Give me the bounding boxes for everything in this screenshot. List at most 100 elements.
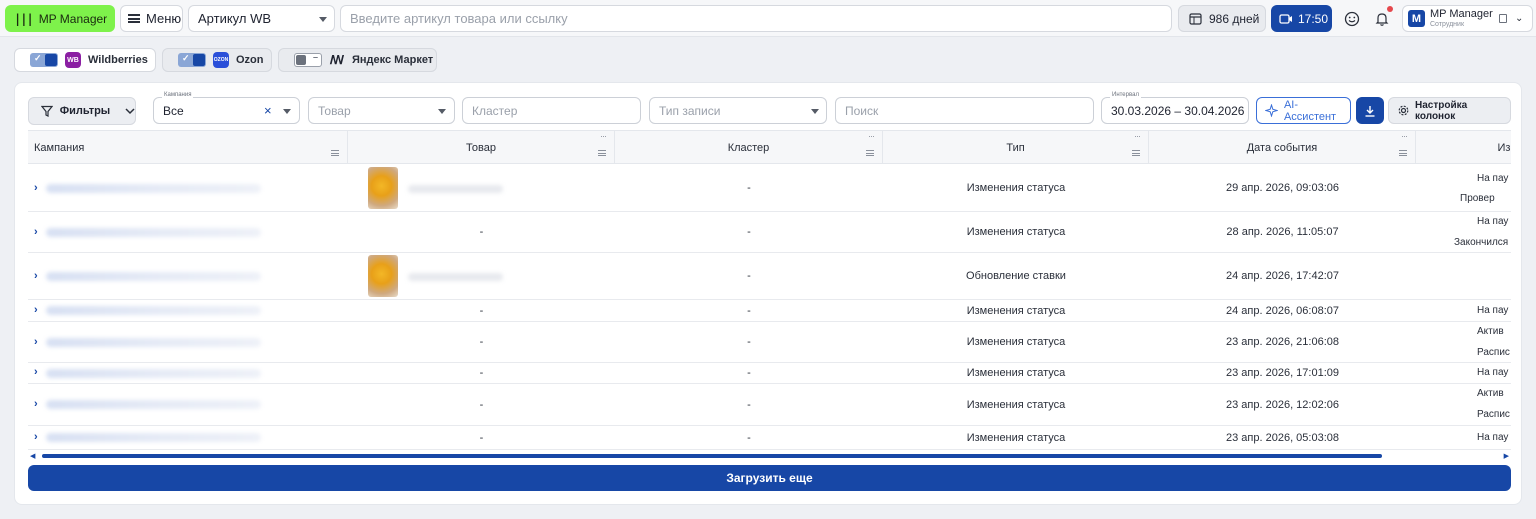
campaign-name: [46, 338, 261, 347]
toggle-switch[interactable]: ✓: [178, 53, 206, 67]
bell-icon: [1375, 12, 1389, 26]
marketplace-toggle-ozon[interactable]: ✓ OZON Ozon: [162, 48, 272, 72]
days-label: 986 дней: [1209, 11, 1260, 26]
subscription-days-button[interactable]: 986 дней: [1178, 5, 1266, 32]
events-table: Кампания Товар ··· Кластер ··· Тип ··· Д…: [28, 130, 1511, 450]
video-icon: [1279, 13, 1292, 24]
campaign-name: [46, 184, 261, 193]
scroll-right-icon[interactable]: ▶: [1504, 452, 1509, 460]
user-menu[interactable]: M MP Manager Сотрудник ⌄: [1402, 5, 1533, 32]
logo-button[interactable]: ||| MP Manager: [5, 5, 115, 32]
table-row[interactable]: › - - Изменения статуса 28 апр. 2026, 11…: [28, 212, 1511, 253]
hamburger-icon: [128, 14, 140, 23]
table-row[interactable]: › - - Изменения статуса 24 апр. 2026, 06…: [28, 300, 1511, 322]
menu-label: Меню: [146, 11, 182, 26]
campaign-name: [46, 433, 261, 442]
column-header-cluster[interactable]: Кластер ···: [615, 131, 883, 164]
column-menu-icon[interactable]: [1399, 150, 1407, 156]
table-row[interactable]: › - - Изменения статуса 23 апр. 2026, 21…: [28, 322, 1511, 363]
horizontal-scrollbar[interactable]: ◀ ▶: [28, 452, 1511, 460]
ai-label: AI-Ассистент: [1283, 98, 1337, 123]
column-header-change[interactable]: Изм: [1416, 131, 1511, 164]
record-type-select[interactable]: Тип записи: [649, 97, 827, 124]
copy-icon[interactable]: [1499, 14, 1507, 23]
record-type-placeholder: Тип записи: [659, 103, 721, 118]
ai-assistant-button[interactable]: AI-Ассистент: [1256, 97, 1351, 124]
article-type-select[interactable]: Артикул WB: [188, 5, 335, 32]
more-icon[interactable]: ···: [868, 131, 875, 141]
cluster-input[interactable]: Кластер: [462, 97, 641, 124]
article-search-input[interactable]: Введите артикул товара или ссылку: [340, 5, 1172, 32]
chevron-right-icon[interactable]: ›: [34, 431, 38, 443]
table-row[interactable]: › - - Изменения статуса 23 апр. 2026, 12…: [28, 384, 1511, 426]
load-more-button[interactable]: Загрузить еще: [28, 465, 1511, 491]
user-role: Сотрудник: [1430, 21, 1465, 28]
column-settings-button[interactable]: Настройка колонок: [1388, 97, 1511, 124]
chevron-right-icon[interactable]: ›: [34, 398, 38, 410]
column-header-event-date[interactable]: Дата события ···: [1149, 131, 1416, 164]
column-header-campaign[interactable]: Кампания: [28, 131, 348, 164]
chevron-right-icon[interactable]: ›: [34, 336, 38, 348]
interval-value: 30.03.2026 – 30.04.2026: [1111, 103, 1245, 118]
interval-label: Интервал: [1110, 92, 1141, 98]
time-button[interactable]: 17:50: [1271, 5, 1332, 32]
logo-icon: |||: [14, 11, 34, 26]
column-header-type[interactable]: Тип ···: [883, 131, 1149, 164]
avatar: M: [1408, 10, 1425, 27]
column-menu-icon[interactable]: [1132, 150, 1140, 156]
chevron-down-icon: [283, 109, 291, 114]
gear-icon: [1398, 105, 1409, 116]
chevron-right-icon[interactable]: ›: [34, 304, 38, 316]
marketplace-name: Wildberries: [88, 54, 148, 66]
top-bar: ||| MP Manager Меню Артикул WB Введите а…: [0, 0, 1536, 37]
table-row[interactable]: › - - Изменения статуса 23 апр. 2026, 05…: [28, 426, 1511, 450]
marketplace-name: Яндекс Маркет: [352, 54, 434, 66]
smile-button[interactable]: [1338, 5, 1366, 32]
campaign-select[interactable]: Кампания Все ×: [153, 92, 300, 124]
column-menu-icon[interactable]: [598, 150, 606, 156]
campaign-name: [46, 228, 261, 237]
scroll-left-icon[interactable]: ◀: [30, 452, 35, 460]
table-header: Кампания Товар ··· Кластер ··· Тип ··· Д…: [28, 131, 1511, 164]
table-row[interactable]: › - Обновление ставки 24 апр. 2026, 17:4…: [28, 253, 1511, 300]
table-row[interactable]: › - Изменения статуса 29 апр. 2026, 09:0…: [28, 165, 1511, 212]
filters-button[interactable]: Фильтры: [28, 97, 136, 125]
sparkle-icon: [1265, 104, 1278, 117]
campaign-name: [46, 306, 261, 315]
notifications-button[interactable]: [1368, 5, 1396, 32]
filters-label: Фильтры: [59, 105, 111, 117]
chevron-right-icon[interactable]: ›: [34, 226, 38, 238]
toggle-switch[interactable]: –: [294, 52, 322, 67]
toggle-switch[interactable]: ✓: [30, 53, 58, 67]
chevron-right-icon[interactable]: ›: [34, 182, 38, 194]
menu-button[interactable]: Меню: [120, 5, 183, 32]
campaign-name: [46, 400, 261, 409]
wildberries-logo-icon: WB: [65, 52, 81, 68]
column-settings-label: Настройка колонок: [1414, 99, 1468, 122]
more-icon[interactable]: ···: [600, 131, 607, 141]
scrollbar-thumb[interactable]: [42, 454, 1382, 458]
column-menu-icon[interactable]: [331, 150, 339, 156]
smile-icon: [1344, 11, 1360, 26]
column-menu-icon[interactable]: [866, 150, 874, 156]
search-input[interactable]: Поиск: [835, 97, 1094, 124]
more-icon[interactable]: ···: [1134, 131, 1141, 141]
clear-icon[interactable]: ×: [264, 103, 272, 118]
yandex-market-logo-icon: ꟿ: [329, 53, 345, 67]
marketplace-toggle-yandex[interactable]: – ꟿ Яндекс Маркет: [278, 48, 437, 72]
table-row[interactable]: › - - Изменения статуса 23 апр. 2026, 17…: [28, 363, 1511, 384]
calendar-icon: [1189, 12, 1202, 25]
chevron-right-icon[interactable]: ›: [34, 270, 38, 282]
campaign-name: [46, 369, 261, 378]
date-interval-input[interactable]: Интервал 30.03.2026 – 30.04.2026: [1101, 92, 1249, 124]
chevron-down-icon: ⌄: [1515, 13, 1524, 24]
marketplace-toggle-wildberries[interactable]: ✓ WB Wildberries: [14, 48, 156, 72]
main-panel: Фильтры Кампания Все × Товар Кластер Тип…: [14, 82, 1522, 505]
cluster-placeholder: Кластер: [472, 103, 518, 118]
more-icon[interactable]: ···: [1401, 131, 1408, 141]
download-button[interactable]: [1356, 97, 1384, 124]
campaign-name: [46, 272, 261, 281]
column-header-product[interactable]: Товар ···: [348, 131, 615, 164]
chevron-right-icon[interactable]: ›: [34, 366, 38, 378]
product-select[interactable]: Товар: [308, 97, 455, 124]
